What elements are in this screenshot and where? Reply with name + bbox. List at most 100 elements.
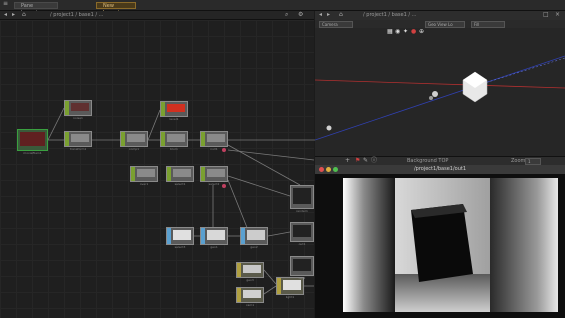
flag-icon[interactable]: ⚑	[355, 157, 360, 165]
node-flag	[167, 228, 171, 244]
camera-icon[interactable]: ◉	[395, 28, 400, 36]
node-flag	[237, 288, 241, 302]
node-label: select2	[208, 182, 220, 186]
node-label: out1	[298, 242, 306, 246]
node-label: geo1	[210, 245, 218, 249]
network-node[interactable]: select3	[166, 227, 194, 249]
node-label: cam1	[245, 303, 255, 307]
home-icon[interactable]: ⌂	[339, 11, 343, 19]
node-thumbnail	[71, 103, 89, 111]
network-node[interactable]: out1	[290, 222, 314, 246]
network-node[interactable]: transform1	[64, 131, 92, 151]
node-label: select3	[174, 245, 186, 249]
node-flag	[201, 228, 205, 244]
node-label: blur1	[170, 147, 178, 151]
node-flag	[131, 167, 135, 181]
network-node[interactable]: select2	[200, 166, 228, 186]
network-node[interactable]: blur1	[160, 131, 188, 151]
wire	[267, 231, 291, 237]
camera-select[interactable]: Camera	[319, 21, 353, 28]
floor	[395, 274, 490, 312]
node-label: geo3	[246, 278, 254, 282]
network-node[interactable]: noise1	[64, 100, 92, 120]
node-label: select1	[174, 182, 186, 186]
pin-icon[interactable]: ✎	[363, 157, 368, 165]
node-thumbnail	[173, 169, 191, 177]
left-wall	[343, 178, 395, 312]
view-select[interactable]: Geo View Lo	[425, 21, 465, 28]
node-label: over1	[139, 182, 149, 186]
viewer-options-bar: Camera Geo View Lo Fill	[315, 20, 565, 28]
network-node[interactable]: geo3	[236, 262, 264, 282]
node-thumbnail	[71, 134, 89, 142]
node-label: out2	[298, 276, 306, 280]
node-label: render1	[296, 209, 308, 213]
node-thumbnail	[167, 104, 185, 112]
node-flag	[201, 132, 205, 146]
node-flag	[161, 132, 165, 146]
record-icon[interactable]: ●	[411, 28, 416, 36]
network-node[interactable]: cam1	[236, 287, 264, 307]
back-icon[interactable]: ◂	[319, 11, 322, 19]
wire	[263, 285, 277, 295]
node-thumbnail	[207, 134, 225, 142]
node-label: null1	[210, 147, 218, 151]
node-thumbnail	[137, 169, 155, 177]
node-flag	[201, 167, 205, 181]
snap-icon[interactable]: ⊕	[419, 28, 424, 36]
network-node[interactable]: geo1	[200, 227, 228, 249]
node-thumbnail	[243, 290, 261, 298]
node-thumbnail	[247, 230, 265, 240]
info-icon[interactable]: ⓘ	[371, 157, 377, 165]
zoom-value[interactable]: 1	[525, 158, 541, 165]
wire	[227, 179, 249, 231]
network-node[interactable]: geo2	[240, 227, 268, 249]
viewport-scene	[315, 55, 565, 141]
node-flag	[121, 132, 125, 146]
node-label: moviefilein1	[23, 151, 42, 155]
node-label: geo2	[250, 245, 258, 249]
node-thumbnail	[127, 134, 145, 142]
viewer-tools-bar: ▦ ◉ ✦ ● ⊕	[315, 28, 565, 36]
node-label: comp1	[128, 147, 140, 151]
wire	[227, 175, 291, 197]
grid-icon[interactable]: ▦	[387, 28, 393, 36]
right-wall	[490, 178, 558, 312]
network-node[interactable]: render1	[290, 185, 314, 213]
node-thumbnail	[243, 265, 261, 273]
node-thumbnail	[20, 132, 45, 146]
viewer-path[interactable]: / project1 / base1 / ...	[363, 11, 416, 19]
forward-icon[interactable]: ▸	[327, 11, 330, 19]
wire	[47, 107, 65, 141]
node-label: noise1	[73, 116, 83, 120]
x-axis-line	[315, 79, 565, 89]
node-thumbnail	[207, 169, 225, 177]
node-flag	[161, 102, 165, 116]
node-flag	[241, 228, 245, 244]
network-node[interactable]: moviefilein1	[17, 129, 48, 155]
light-icon[interactable]: ✦	[403, 28, 408, 36]
node-flag	[237, 263, 241, 277]
close-icon[interactable]: ×	[555, 11, 560, 19]
add-icon[interactable]: +	[345, 157, 350, 165]
network-node[interactable]: null1	[200, 131, 228, 151]
light-object	[432, 91, 438, 97]
status-text: Background TOP	[407, 158, 449, 164]
node-label: light1	[285, 295, 295, 299]
wire	[147, 109, 161, 141]
wire	[263, 269, 277, 285]
display-mode-select[interactable]: Fill	[471, 21, 505, 28]
viewer-status-bar: + ⚑ ✎ ⓘ Background TOP Zoom 1	[315, 156, 565, 165]
maximize-icon[interactable]: □	[543, 11, 549, 19]
node-label: transform1	[69, 147, 87, 151]
camera-object	[326, 125, 332, 131]
network-node[interactable]: out2	[290, 256, 314, 280]
network-node[interactable]: comp1	[120, 131, 148, 151]
node-thumbnail	[167, 134, 185, 142]
network-node[interactable]: over1	[130, 166, 158, 186]
z-axis-line	[315, 55, 565, 141]
node-flag	[65, 101, 69, 115]
window-title: /project1/base1/out1	[413, 166, 467, 172]
network-node[interactable]: level1	[160, 101, 188, 121]
network-node[interactable]: select1	[166, 166, 194, 186]
